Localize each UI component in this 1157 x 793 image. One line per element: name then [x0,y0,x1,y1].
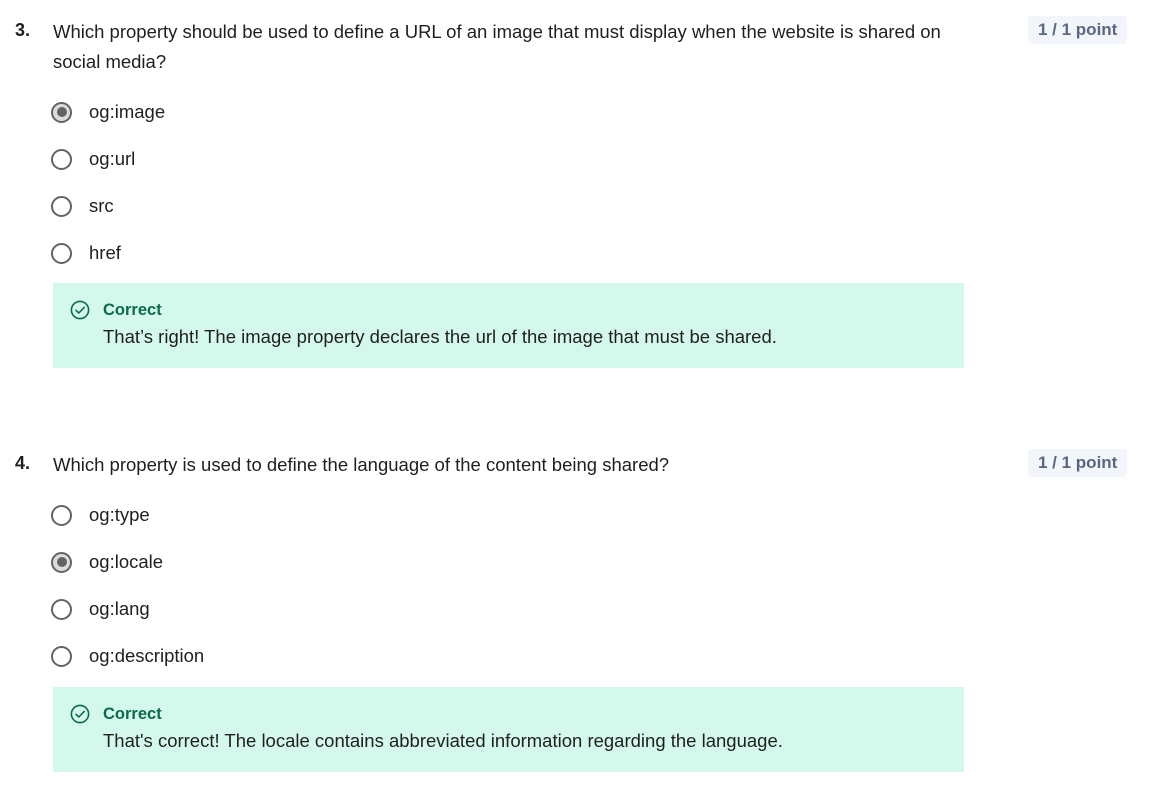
answer-options: og:type og:locale og:lang og:description [51,499,551,687]
option-label: href [89,242,121,263]
option-label: og:image [89,101,166,122]
radio-button[interactable] [51,598,72,620]
feedback-text: That’s right! The image property declare… [103,326,777,347]
option-src[interactable]: src [51,190,551,222]
option-og-description[interactable]: og:description [51,640,551,672]
radio-button[interactable] [51,148,72,170]
radio-button[interactable] [51,242,72,264]
question-text: Which property should be used to define … [53,21,941,72]
option-label: og:url [89,148,136,169]
radio-button[interactable] [51,504,72,526]
feedback-header: Correct [70,300,162,320]
check-circle-icon [70,704,90,724]
option-og-url[interactable]: og:url [51,143,551,175]
option-og-type[interactable]: og:type [51,499,551,531]
feedback-header: Correct [70,704,162,724]
option-label: og:locale [89,551,164,572]
radio-button[interactable] [51,645,72,667]
question-number: 3. [15,20,31,40]
option-label: og:lang [89,598,150,619]
question-text: Which property is used to define the lan… [53,454,670,475]
feedback-correct: Correct That's correct! The locale conta… [53,687,964,772]
option-href[interactable]: href [51,237,551,269]
option-og-locale[interactable]: og:locale [51,546,551,578]
feedback-title: Correct [103,704,162,723]
radio-button[interactable] [51,195,72,217]
feedback-correct: Correct That’s right! The image property… [53,283,964,368]
radio-button[interactable] [51,101,72,123]
radio-button[interactable] [51,551,72,573]
feedback-title: Correct [103,300,162,319]
option-label: og:description [89,645,205,666]
points-badge: 1 / 1 point [1028,449,1128,477]
option-label: src [89,195,114,216]
option-label: og:type [89,504,150,525]
answer-options: og:image og:url src href [51,96,551,284]
question-number: 4. [15,453,31,473]
check-circle-icon [70,300,90,320]
points-badge: 1 / 1 point [1028,16,1128,44]
feedback-text: That's correct! The locale contains abbr… [103,730,783,751]
option-og-image[interactable]: og:image [51,96,551,128]
option-og-lang[interactable]: og:lang [51,593,551,625]
